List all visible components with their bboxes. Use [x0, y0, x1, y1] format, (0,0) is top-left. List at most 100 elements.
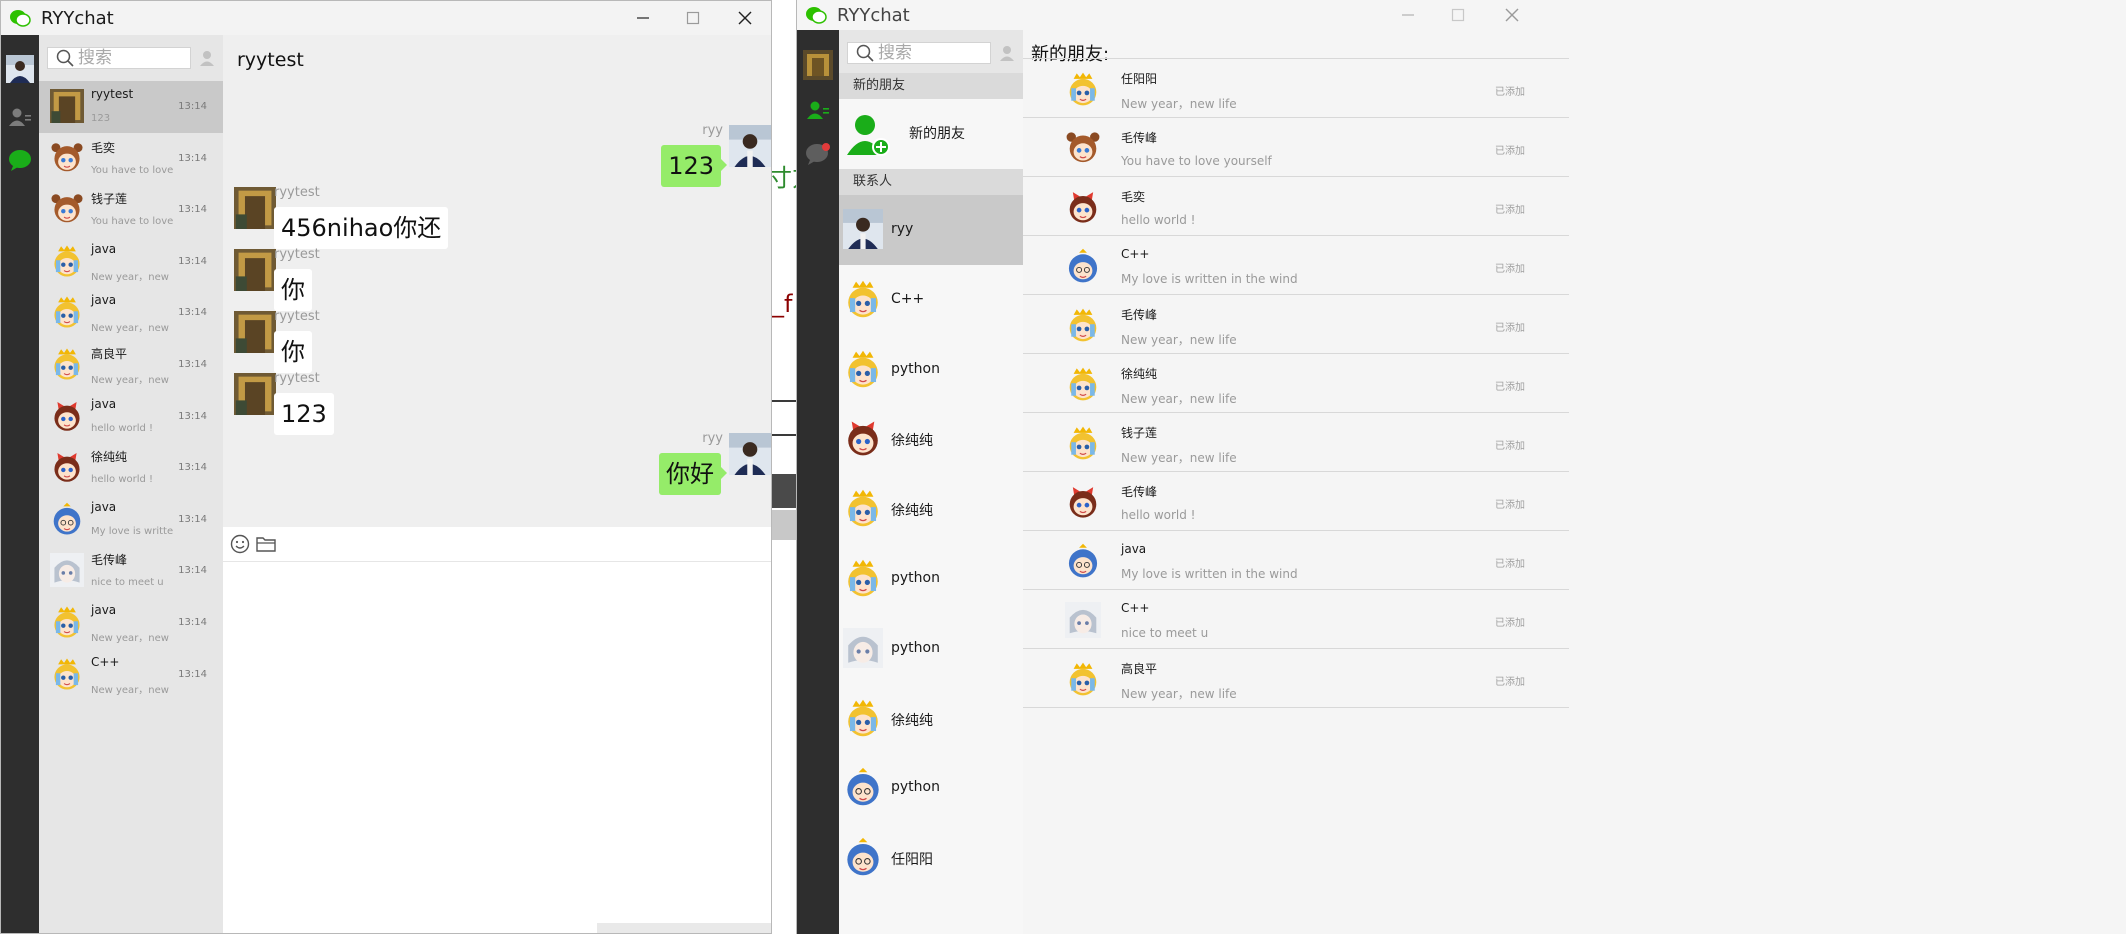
- search-bar[interactable]: [47, 47, 191, 69]
- contact-item[interactable]: ryy: [839, 195, 1023, 265]
- session-item[interactable]: 高良平 New year，new life 13:14: [39, 339, 223, 391]
- background-block: [772, 474, 798, 508]
- session-snippet: New year，new life: [91, 684, 173, 696]
- session-item[interactable]: 毛奕 You have to love yourself 13:14: [39, 133, 223, 185]
- session-item[interactable]: C++ New year，new life 13:14: [39, 649, 223, 701]
- message-bubble[interactable]: 123: [661, 145, 727, 187]
- contact-photo-avatar: [50, 89, 84, 123]
- message-bubble[interactable]: 123: [274, 393, 334, 435]
- contact-item[interactable]: python: [839, 753, 1023, 823]
- send-button[interactable]: 发送: [683, 923, 771, 933]
- friend-request-row[interactable]: 钱子莲 New year，new life 已添加: [1023, 413, 1569, 472]
- message-bubble[interactable]: 你: [274, 269, 312, 311]
- add-contact-button[interactable]: [199, 49, 219, 69]
- emoji-button[interactable]: [227, 531, 253, 557]
- new-friends-panel: 新的朋友: 任阳阳 New year，new life 已添加 毛传峰 You have…: [1023, 30, 2126, 934]
- friend-request-row[interactable]: 毛传峰 New year，new life 已添加: [1023, 295, 1569, 354]
- unread-dot: [822, 143, 830, 151]
- message-textarea[interactable]: [229, 567, 765, 867]
- contact-list-panel: 新的朋友 新的朋友 联系人 ryyC++python徐纯纯徐纯纯pythonpy…: [839, 30, 1023, 934]
- session-item[interactable]: 钱子莲 You have to love yourself 13:14: [39, 184, 223, 236]
- friend-request-row[interactable]: 毛传峰 You have to love yourself 已添加: [1023, 118, 1569, 177]
- search-input[interactable]: [78, 48, 188, 68]
- contact-item[interactable]: 徐纯纯: [839, 474, 1023, 544]
- blue-hair-girl-avatar: [1068, 248, 1098, 283]
- request-name: 毛传峰: [1121, 308, 1158, 322]
- session-item[interactable]: ryytest 123 13:14: [39, 81, 223, 133]
- crown-girl-avatar: [848, 489, 878, 527]
- friend-request-row[interactable]: 徐纯纯 New year，new life 已添加: [1023, 354, 1569, 413]
- contact-item[interactable]: 任阳阳: [839, 823, 1023, 893]
- request-signature: hello world !: [1121, 213, 1196, 227]
- avatar: [6, 55, 34, 83]
- request-status: 已添加: [1495, 677, 1525, 688]
- message-sender: ryytest: [274, 247, 320, 262]
- session-item[interactable]: java hello world ! 13:14: [39, 391, 223, 443]
- add-contact-button[interactable]: [999, 44, 1019, 64]
- folder-icon: [256, 537, 276, 552]
- session-snippet: hello world !: [91, 422, 154, 434]
- friend-request-row[interactable]: 高良平 New year，new life 已添加: [1023, 649, 1569, 708]
- friend-request-row[interactable]: 毛传峰 hello world ! 已添加: [1023, 472, 1569, 531]
- message-bubble[interactable]: 你好: [659, 453, 727, 495]
- new-friends-item[interactable]: 新的朋友: [839, 99, 1023, 169]
- session-time: 13:14: [178, 204, 207, 216]
- search-bar[interactable]: [847, 42, 991, 64]
- crown-girl-avatar: [54, 606, 80, 638]
- request-name: 钱子莲: [1121, 426, 1158, 440]
- contacts-window-titlebar[interactable]: RYYchat: [797, 0, 2126, 30]
- session-item[interactable]: 毛传峰 nice to meet u 13:14: [39, 545, 223, 597]
- add-contact-icon: [200, 51, 214, 66]
- nav-contacts-button[interactable]: [1, 107, 39, 127]
- session-time: 13:14: [178, 101, 207, 112]
- friend-request-row[interactable]: 毛奕 hello world ! 已添加: [1023, 177, 1569, 236]
- close-icon: [738, 11, 752, 25]
- contact-item[interactable]: python: [839, 614, 1023, 684]
- contact-item[interactable]: C++: [839, 265, 1023, 335]
- contact-item[interactable]: 徐纯纯: [839, 684, 1023, 754]
- contacts-icon: [9, 108, 31, 126]
- friend-request-list: 任阳阳 New year，new life 已添加 毛传峰 You have to lo…: [1023, 58, 1569, 934]
- close-button[interactable]: [711, 1, 771, 35]
- nav-chats-button[interactable]: [1, 149, 39, 171]
- nav-contacts-button[interactable]: [797, 100, 839, 120]
- file-button[interactable]: [253, 531, 279, 557]
- session-item[interactable]: java New year，new life 13:14: [39, 287, 223, 339]
- receive-button[interactable]: 接收: [597, 923, 697, 933]
- contact-item[interactable]: python: [839, 335, 1023, 405]
- request-name: C++: [1121, 247, 1150, 261]
- contact-name: 任阳阳: [891, 852, 933, 869]
- contact-item[interactable]: python: [839, 544, 1023, 614]
- message-input-area[interactable]: 接收 发送: [223, 527, 771, 933]
- message-bubble[interactable]: 你: [274, 331, 312, 373]
- contacts-icon: [807, 101, 829, 119]
- session-item[interactable]: 徐纯纯 hello world ! 13:14: [39, 442, 223, 494]
- avatar: [803, 50, 833, 80]
- search-input[interactable]: [878, 43, 988, 63]
- chat-window-titlebar[interactable]: RYYchat: [1, 1, 771, 35]
- friend-request-row[interactable]: java My love is written in the wind 已添加: [1023, 531, 1569, 590]
- crown-girl-avatar: [54, 348, 80, 380]
- friend-request-row[interactable]: C++ My love is written in the wind 已添加: [1023, 236, 1569, 295]
- friend-request-row[interactable]: 任阳阳 New year，new life 已添加: [1023, 59, 1569, 118]
- message-bubble[interactable]: 456nihao你还: [274, 207, 449, 249]
- crown-girl-avatar: [54, 245, 80, 277]
- my-avatar[interactable]: [1, 55, 39, 83]
- contact-item[interactable]: 徐纯纯: [839, 404, 1023, 474]
- close-button[interactable]: [1478, 0, 1546, 30]
- contacts-window: RYYchat 搜索 新的朋友 新的朋友 联系人 ryy C++ python …: [796, 0, 2126, 934]
- friend-request-row[interactable]: C++ nice to meet u 已添加: [1023, 590, 1569, 649]
- session-item[interactable]: java My love is written in the wind 13:14: [39, 494, 223, 546]
- contact-photo-avatar: [234, 249, 276, 291]
- request-status: 已添加: [1495, 205, 1525, 216]
- my-avatar[interactable]: [797, 50, 839, 80]
- my-avatar: [729, 125, 771, 167]
- session-item[interactable]: java New year，new life 13:14: [39, 597, 223, 649]
- session-item[interactable]: java New year，new life 13:14: [39, 236, 223, 288]
- nav-chats-button[interactable]: [797, 142, 839, 166]
- session-name: 钱子莲: [91, 192, 128, 207]
- session-time: 13:14: [178, 359, 207, 370]
- message-sender: ryytest: [274, 185, 320, 200]
- crown-girl-avatar: [848, 350, 878, 387]
- left-nav-rail: [1, 35, 39, 933]
